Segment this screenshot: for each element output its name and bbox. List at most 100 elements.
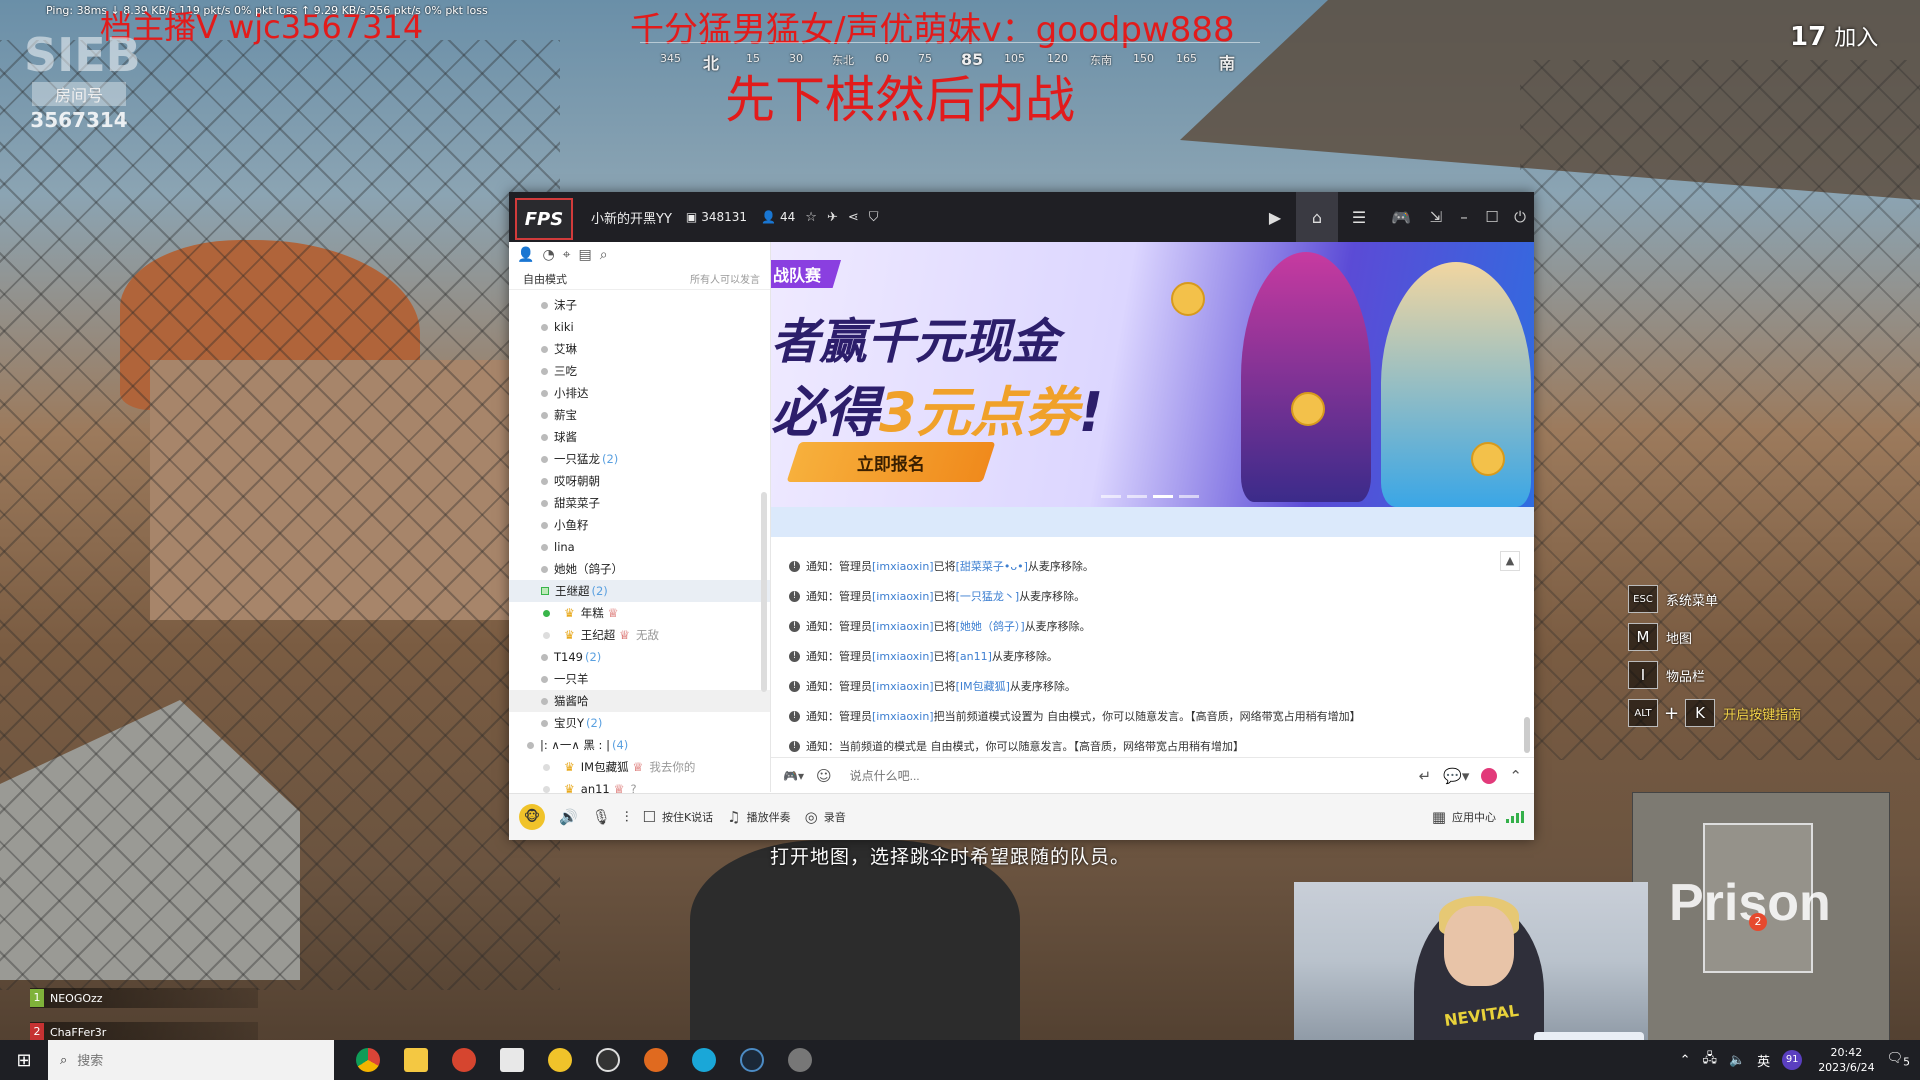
channel-room[interactable]: 薪宝	[509, 404, 770, 426]
tray-chevron-up-icon[interactable]: ⌃	[1680, 1053, 1691, 1068]
promo-banner[interactable]: 战队赛 者赢千元现金 必得3元点券! 立即报名	[771, 242, 1534, 507]
app-red-icon[interactable]	[440, 1040, 488, 1080]
channel-room[interactable]: kiki	[509, 316, 770, 338]
user-link[interactable]: [an11]	[956, 650, 992, 663]
channel-room[interactable]: 她她（鸽子）	[509, 558, 770, 580]
channel-room[interactable]: 猫酱哈	[509, 690, 770, 712]
notes-icon[interactable]: ▤	[579, 247, 592, 263]
notification-center-icon[interactable]: 🗨5	[1887, 1051, 1910, 1069]
plane-icon[interactable]: ✈	[827, 210, 838, 225]
location-icon[interactable]: ⌖	[563, 247, 571, 263]
taskbar-search[interactable]: ⌕	[48, 1040, 334, 1080]
gamepad-icon[interactable]: 🎮	[1380, 192, 1422, 242]
user-link[interactable]: [imxiaoxin]	[872, 650, 934, 663]
gamepad-icon[interactable]: 🎮▾	[783, 769, 804, 783]
channel-room[interactable]: 甜菜菜子	[509, 492, 770, 514]
emoji-icon[interactable]: ☺	[816, 767, 832, 785]
home-icon[interactable]: ⌂	[1296, 192, 1338, 242]
yy-app-icon[interactable]	[536, 1040, 584, 1080]
channel-room[interactable]: 一只羊	[509, 668, 770, 690]
user-link[interactable]: [IM包藏狐]	[956, 678, 1010, 694]
app-cyan-icon[interactable]	[680, 1040, 728, 1080]
minimap[interactable]: Prison 2	[1632, 792, 1890, 1042]
user-icon[interactable]: 👤	[517, 247, 534, 263]
video-icon[interactable]: ▶	[1254, 192, 1296, 242]
avatar[interactable]: 🐵	[519, 804, 545, 830]
channel-room[interactable]: |: ∧一∧ 黑 : | (4)	[509, 734, 770, 756]
user-link[interactable]: [imxiaoxin]	[872, 560, 934, 573]
user-link[interactable]: [imxiaoxin]	[872, 710, 934, 723]
scroll-top-button[interactable]: ▲	[1500, 551, 1520, 571]
user-link[interactable]: [一只猛龙丶]	[956, 588, 1020, 604]
channel-room[interactable]: 小鱼籽	[509, 514, 770, 536]
record-label[interactable]: 录音	[824, 809, 846, 825]
taskbar-search-input[interactable]	[77, 1052, 298, 1068]
user-link[interactable]: [imxiaoxin]	[872, 620, 934, 633]
windows-start-icon[interactable]: ⊞	[0, 1040, 48, 1080]
app-orange-icon[interactable]	[632, 1040, 680, 1080]
bubble-icon[interactable]: 💬▾	[1443, 767, 1469, 785]
channel-room[interactable]: T149 (2)	[509, 646, 770, 668]
channel-room[interactable]: 宝贝Y (2)	[509, 712, 770, 734]
yy-voice-window[interactable]: FPS 小新的开黑YY ▣ 348131 👤 44 ☆ ✈ ⋖ ⛉ ▶ ⌂ ☰ 🎮 …	[509, 192, 1534, 840]
gift-icon[interactable]	[1481, 767, 1498, 784]
user-link[interactable]: [imxiaoxin]	[872, 680, 934, 693]
channel-member[interactable]: ♛ 年糕 ♕	[509, 602, 770, 624]
app-grey-icon[interactable]	[776, 1040, 824, 1080]
taskbar-clock[interactable]: 20:42 2023/6/24	[1818, 1045, 1874, 1075]
channel-member[interactable]: ♛ 王纪超 ♕ 无敌	[509, 624, 770, 646]
channel-room[interactable]: 一只猛龙 (2)	[509, 448, 770, 470]
banner-pager[interactable]	[1101, 495, 1199, 498]
channel-room[interactable]: lina	[509, 536, 770, 558]
push-to-talk-label[interactable]: 按住K说话	[662, 809, 713, 825]
shield-icon[interactable]: ⛉	[869, 210, 879, 225]
checkbox-icon[interactable]: ☐	[643, 808, 656, 826]
collapse-icon[interactable]: ⇲	[1422, 192, 1450, 242]
chat-input[interactable]	[849, 768, 1407, 783]
channel-logo[interactable]: FPS	[515, 198, 573, 240]
chat-scrollbar[interactable]	[1524, 717, 1530, 753]
record-icon[interactable]: ◎	[805, 808, 818, 826]
channel-room[interactable]: 哎呀朝朝	[509, 470, 770, 492]
user-link[interactable]: [甜菜菜子•ᴗ•]	[956, 558, 1028, 574]
maximize-icon[interactable]: ☐	[1478, 192, 1506, 242]
user-list-scrollbar[interactable]	[761, 492, 767, 692]
pager-dot[interactable]	[1179, 495, 1199, 498]
speaker-icon[interactable]: 🔊	[559, 808, 578, 826]
search-icon[interactable]: ⌕	[600, 247, 608, 263]
minimize-icon[interactable]: –	[1450, 192, 1478, 242]
ime-indicator[interactable]: 英	[1757, 1051, 1770, 1070]
user-link[interactable]: [她她（鸽子）]	[956, 618, 1025, 634]
channel-room[interactable]: 小排达	[509, 382, 770, 404]
steam-icon[interactable]	[728, 1040, 776, 1080]
app-white-icon[interactable]	[488, 1040, 536, 1080]
network-icon[interactable]: 🖧	[1702, 1049, 1717, 1071]
pager-dot[interactable]	[1127, 495, 1147, 498]
chat-icon[interactable]: ◔	[542, 247, 554, 263]
chevron-up-icon[interactable]: ⌃	[1509, 767, 1522, 785]
channel-room[interactable]: 球酱	[509, 426, 770, 448]
favorite-icon[interactable]: ☆	[805, 210, 817, 225]
music-label[interactable]: 播放伴奏	[747, 809, 791, 825]
channel-member[interactable]: ♛ IM包藏狐 ♕ 我去你的	[509, 756, 770, 778]
app-grid-icon[interactable]: ▦	[1432, 808, 1446, 826]
pager-dot[interactable]	[1101, 495, 1121, 498]
pager-dot[interactable]	[1153, 495, 1173, 498]
tray-app-badge[interactable]: 91	[1782, 1050, 1803, 1070]
list-icon[interactable]: ☰	[1338, 192, 1380, 242]
channel-room[interactable]: 三吃	[509, 360, 770, 382]
send-icon[interactable]: ↵	[1419, 767, 1432, 785]
channel-room[interactable]: 王继超 (2)	[509, 580, 770, 602]
music-icon[interactable]: ♫	[727, 808, 740, 826]
user-link[interactable]: [imxiaoxin]	[872, 590, 934, 603]
mixer-icon[interactable]: ⫶	[625, 808, 629, 826]
share-icon[interactable]: ⋖	[848, 210, 859, 225]
yy-titlebar[interactable]: FPS 小新的开黑YY ▣ 348131 👤 44 ☆ ✈ ⋖ ⛉ ▶ ⌂ ☰ 🎮 …	[509, 192, 1534, 242]
channel-room[interactable]: 沫子	[509, 294, 770, 316]
microphone-icon[interactable]: 🎙	[592, 808, 611, 826]
app-dark-icon[interactable]	[584, 1040, 632, 1080]
power-icon[interactable]: ⏻	[1506, 192, 1534, 242]
folder-icon[interactable]	[392, 1040, 440, 1080]
chrome-icon[interactable]	[344, 1040, 392, 1080]
app-center-label[interactable]: 应用中心	[1452, 809, 1496, 825]
